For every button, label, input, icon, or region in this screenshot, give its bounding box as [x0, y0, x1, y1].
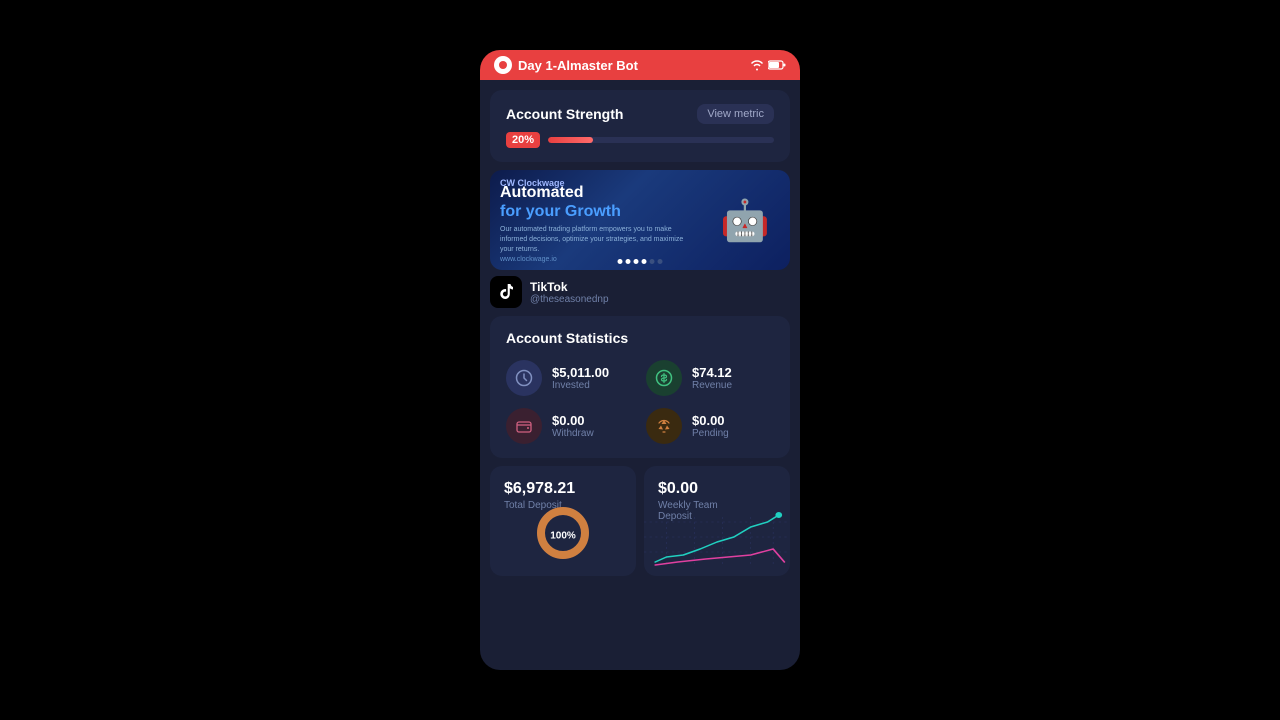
total-deposit-value: $6,978.21	[504, 480, 622, 498]
banner-headline: Automated for your Growth	[500, 183, 690, 221]
main-content: Account Strength View metric 20% CW Cloc…	[480, 80, 800, 670]
stat-revenue: $74.12 Revenue	[646, 360, 774, 396]
total-deposit-card: $6,978.21 Total Deposit 100%	[490, 466, 636, 576]
progress-bar-fill	[548, 137, 593, 143]
banner-dot-6	[658, 259, 663, 264]
tiktok-username: @theseasonednp	[530, 294, 609, 305]
withdraw-details: $0.00 Withdraw	[552, 413, 594, 439]
revenue-details: $74.12 Revenue	[692, 365, 732, 391]
donut-chart-container: 100%	[533, 503, 593, 568]
banner-dot-5	[650, 259, 655, 264]
tiktok-section: TikTok @theseasonednp	[490, 276, 790, 308]
withdraw-label: Withdraw	[552, 428, 594, 439]
account-statistics-card: Account Statistics $5,011.00 Invested	[490, 316, 790, 458]
donut-label: 100%	[550, 530, 576, 541]
invested-value: $5,011.00	[552, 365, 609, 380]
status-bar: Day 1-Almaster Bot	[480, 50, 800, 80]
banner-dot-1	[618, 259, 623, 264]
bottom-cards-row: $6,978.21 Total Deposit 100% $0.00 Weekl…	[490, 466, 790, 576]
progress-container: 20%	[506, 132, 774, 148]
banner-dot-3	[634, 259, 639, 264]
status-icons	[750, 59, 786, 71]
stat-withdraw: $0.00 Withdraw	[506, 408, 634, 444]
tiktok-icon	[490, 276, 522, 308]
cw-logo: CW Clockwage	[500, 178, 565, 188]
record-icon	[494, 56, 512, 74]
dollar-icon	[646, 360, 682, 396]
clock-icon	[506, 360, 542, 396]
withdraw-value: $0.00	[552, 413, 594, 428]
account-strength-title: Account Strength	[506, 106, 623, 122]
progress-bar-track	[548, 137, 774, 143]
pending-details: $0.00 Pending	[692, 413, 729, 439]
recycle-icon	[646, 408, 682, 444]
stats-grid: $5,011.00 Invested $74.12 Revenue	[506, 360, 774, 444]
revenue-value: $74.12	[692, 365, 732, 380]
wifi-icon	[750, 59, 764, 71]
banner-dot-2	[626, 259, 631, 264]
stat-invested: $5,011.00 Invested	[506, 360, 634, 396]
tiktok-logo-svg	[496, 282, 516, 302]
banner-headline-line2: for your Growth	[500, 203, 621, 220]
tiktok-label: TikTok	[530, 280, 609, 294]
battery-icon	[768, 60, 786, 70]
account-strength-card: Account Strength View metric 20%	[490, 90, 790, 162]
line-chart-svg	[644, 507, 790, 572]
weekly-team-deposit-card: $0.00 Weekly TeamDeposit	[644, 466, 790, 576]
invested-details: $5,011.00 Invested	[552, 365, 609, 391]
mini-line-chart	[644, 507, 790, 572]
revenue-label: Revenue	[692, 380, 732, 391]
stat-pending: $0.00 Pending	[646, 408, 774, 444]
progress-label: 20%	[506, 132, 540, 148]
account-statistics-title: Account Statistics	[506, 330, 774, 346]
promotional-banner[interactable]: CW Clockwage Automated for your Growth O…	[490, 170, 790, 270]
wallet-icon	[506, 408, 542, 444]
banner-subtext: Our automated trading platform empowers …	[500, 225, 690, 254]
tiktok-info: TikTok @theseasonednp	[530, 280, 609, 305]
app-title: Day 1-Almaster Bot	[518, 58, 744, 73]
banner-pagination-dots	[618, 259, 663, 264]
pending-value: $0.00	[692, 413, 729, 428]
weekly-deposit-value: $0.00	[658, 480, 776, 498]
invested-label: Invested	[552, 380, 609, 391]
banner-robot-image: 🤖	[700, 170, 790, 270]
pending-label: Pending	[692, 428, 729, 439]
view-metric-button[interactable]: View metric	[697, 104, 774, 124]
banner-dot-4	[642, 259, 647, 264]
